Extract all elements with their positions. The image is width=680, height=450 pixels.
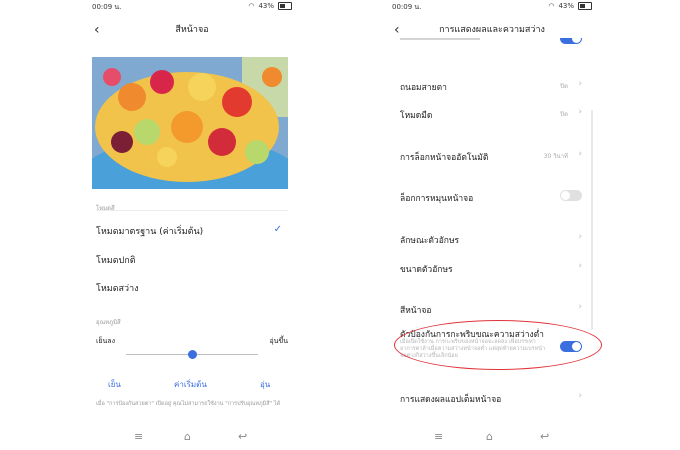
rotation-lock-toggle[interactable]	[560, 190, 582, 201]
scrollbar[interactable]	[591, 110, 593, 330]
temperature-note: เมื่อ "การป้องกันสวยตา" เปิดอยู่ คุณไม่ส…	[96, 401, 281, 407]
row-label: ล็อกการหมุนหน้าจอ	[400, 194, 474, 204]
status-time: 00:09 น.	[92, 3, 122, 11]
mode-label: โหมดปกติ	[96, 256, 136, 266]
row-label: การล็อกหน้าจออัตโนมัติ	[400, 153, 489, 163]
chevron-right-icon: ›	[578, 232, 582, 242]
display-brightness-panel: 00:09 น. ◠ 43% ‹ การแสดงผลและความสว่าง ถ…	[388, 0, 596, 450]
wifi-icon: ◠	[248, 2, 255, 10]
temperature-slider-knob[interactable]	[187, 350, 197, 359]
row-label: ถนอมสายตา	[400, 83, 447, 93]
back-icon[interactable]: ↩	[238, 430, 247, 443]
partial-row[interactable]	[400, 38, 584, 46]
chevron-right-icon: ›	[578, 391, 582, 401]
temp-cooler-label: เย็นลง	[96, 337, 115, 345]
row-dark-mode[interactable]: โหมดมืด ปิด ›	[400, 107, 584, 122]
row-screen-color[interactable]: สีหน้าจอ ›	[400, 302, 584, 317]
chevron-right-icon: ›	[578, 302, 582, 312]
warm-button[interactable]: อุ่น	[260, 378, 270, 391]
chevron-right-icon: ›	[578, 261, 582, 271]
status-bar: 00:09 น. ◠ 43%	[92, 2, 292, 14]
battery-percent: 43%	[258, 2, 274, 10]
row-font-style[interactable]: ลักษณะตัวอักษร ›	[400, 232, 584, 247]
row-value: ปิด	[560, 111, 568, 118]
section-color-mode: โหมดสี	[96, 205, 115, 212]
mode-label: โหมดมาตรฐาน (ค่าเริ่มต้น)	[96, 227, 204, 237]
chevron-right-icon: ›	[578, 107, 582, 117]
row-label: โหมดมืด	[400, 111, 433, 121]
fruit-bowl-preview-image	[92, 57, 288, 189]
toggle-switch[interactable]	[560, 38, 582, 44]
chevron-right-icon: ›	[578, 79, 582, 89]
color-screen-panel: 00:09 น. ◠ 43% ‹ สีหน้าจอ โหมดสี โหมดมาต…	[88, 0, 296, 450]
temp-endpoints: เย็นลง อุ่นขึ้น	[96, 336, 288, 347]
header: ‹ สีหน้าจอ	[88, 20, 296, 40]
menu-icon[interactable]: ≡	[434, 430, 443, 443]
back-icon[interactable]: ↩	[540, 430, 549, 443]
section-color-temperature: อุณหภูมิสี	[96, 319, 121, 326]
row-auto-lock[interactable]: การล็อกหน้าจออัตโนมัติ 30 วินาที ›	[400, 149, 584, 164]
wifi-icon: ◠	[548, 2, 555, 10]
mode-option-normal[interactable]: โหมดปกติ	[96, 253, 288, 267]
battery-icon	[278, 2, 292, 10]
row-value: 30 วินาที	[543, 153, 568, 160]
status-time: 00:09 น.	[392, 3, 422, 11]
row-label: สีหน้าจอ	[400, 306, 432, 316]
row-rotation-lock[interactable]: ล็อกการหมุนหน้าจอ	[400, 190, 584, 205]
row-label: ขนาดตัวอักษร	[400, 265, 453, 275]
row-fullscreen-apps[interactable]: การแสดงผลแอปเต็มหน้าจอ ›	[400, 391, 584, 406]
page-title: การแสดงผลและความสว่าง	[439, 25, 545, 35]
page-title: สีหน้าจอ	[175, 25, 209, 35]
status-bar: 00:09 น. ◠ 43%	[392, 2, 592, 14]
menu-icon[interactable]: ≡	[134, 430, 143, 443]
cool-button[interactable]: เย็น	[108, 378, 121, 391]
header: ‹ การแสดงผลและความสว่าง	[388, 20, 596, 40]
checkmark-icon: ✓	[273, 224, 282, 235]
row-value: ปิด	[560, 83, 568, 90]
home-icon[interactable]: ⌂	[184, 430, 191, 443]
home-icon[interactable]: ⌂	[486, 430, 493, 443]
battery-percent: 43%	[558, 2, 574, 10]
mode-label: โหมดสว่าง	[96, 284, 139, 294]
divider	[96, 210, 288, 211]
row-label: การแสดงผลแอปเต็มหน้าจอ	[400, 395, 502, 405]
navigation-bar: ≡ ⌂ ↩	[388, 430, 596, 444]
battery-icon	[578, 2, 592, 10]
temp-warmer-label: อุ่นขึ้น	[269, 337, 288, 345]
chevron-right-icon: ›	[578, 149, 582, 159]
mode-option-bright[interactable]: โหมดสว่าง	[96, 281, 288, 295]
navigation-bar: ≡ ⌂ ↩	[88, 430, 296, 444]
mode-option-standard[interactable]: โหมดมาตรฐาน (ค่าเริ่มต้น) ✓	[96, 224, 288, 238]
row-font-size[interactable]: ขนาดตัวอักษร ›	[400, 261, 584, 276]
row-label: ลักษณะตัวอักษร	[400, 236, 460, 246]
row-eye-protection[interactable]: ถนอมสายตา ปิด ›	[400, 79, 584, 94]
default-button[interactable]: ค่าเริ่มต้น	[174, 378, 207, 391]
highlight-ellipse	[394, 320, 602, 370]
